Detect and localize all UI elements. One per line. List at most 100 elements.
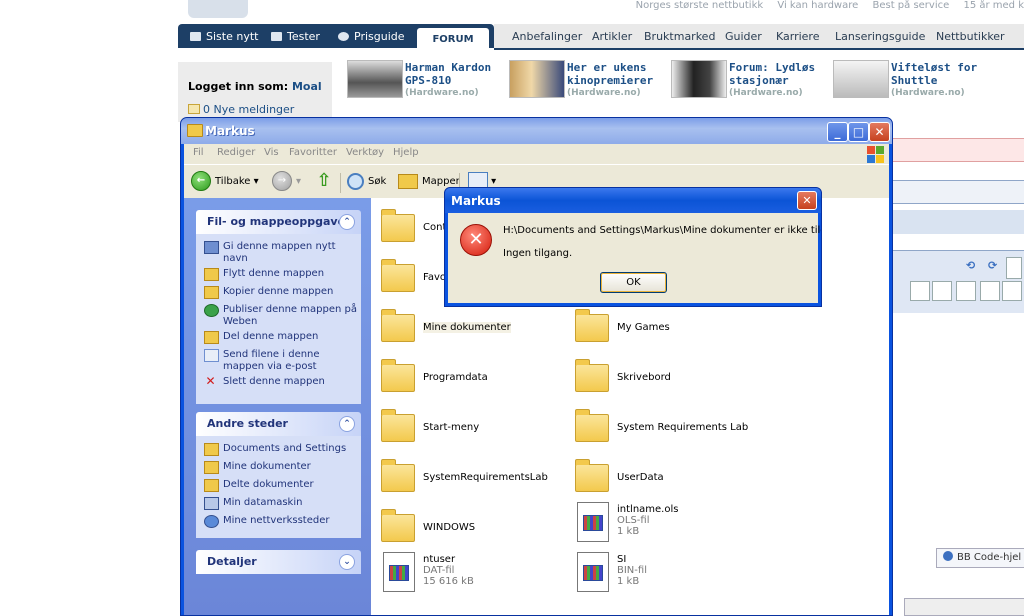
folder-icon	[381, 509, 415, 542]
toolbar-separator	[340, 173, 341, 193]
folder-icon	[381, 209, 415, 242]
folder-icon	[381, 309, 415, 342]
menu-rediger[interactable]: Rediger	[217, 147, 255, 158]
nav-prisguide[interactable]: Prisguide	[338, 30, 405, 43]
news-title[interactable]: Vifteløst for Shuttle	[891, 61, 997, 87]
undo-icon[interactable]: ⟲	[966, 259, 984, 277]
news-title[interactable]: Harman Kardon GPS-810	[405, 61, 511, 87]
file-tasks-panel: Gi denne mappen nytt navn Flytt denne ma…	[196, 234, 361, 404]
menu-verktoy[interactable]: Verktøy	[346, 147, 384, 158]
back-arrow-icon: ←	[191, 171, 211, 191]
dialog-title-bar[interactable]: Markus ✕	[445, 188, 821, 213]
up-folder-icon: ⇧	[316, 170, 332, 191]
expand-icon[interactable]: ⌄	[339, 554, 355, 570]
menu-hjelp[interactable]: Hjelp	[393, 147, 419, 158]
folder-item[interactable]: UserData	[575, 459, 775, 504]
minimize-button[interactable]: _	[827, 122, 848, 142]
up-folder-button[interactable]: ⇧	[315, 171, 333, 193]
site-logo[interactable]	[180, 0, 470, 22]
task-move-folder[interactable]: Flytt denne mappen	[204, 268, 359, 281]
task-delete-folder[interactable]: ✕ Slett denne mappen	[204, 375, 359, 388]
maximize-button[interactable]: □	[848, 122, 869, 142]
dialog-close-button[interactable]: ✕	[797, 191, 817, 210]
nav-link[interactable]: Guider	[725, 30, 762, 43]
ok-button[interactable]: OK	[600, 272, 667, 293]
nav-link[interactable]: Nettbutikker	[936, 30, 1005, 43]
forward-button[interactable]: → ▾	[272, 171, 301, 193]
news-title[interactable]: Her er ukens kinopremierer	[567, 61, 673, 87]
top-link[interactable]: 15 år med k	[963, 0, 1024, 11]
site-secondary-nav: Anbefalinger Artikler Bruktmarked Guider…	[494, 24, 1024, 50]
align-left-icon[interactable]	[932, 281, 952, 301]
top-link[interactable]: Norges største nettbutikk	[636, 0, 764, 11]
close-button[interactable]: ✕	[869, 122, 890, 142]
task-email-files[interactable]: Send filene i denne mappen via e-post	[204, 349, 359, 373]
file-item[interactable]: SI BIN-fil 1 kB	[575, 552, 775, 598]
back-button[interactable]: ← Tilbake ▾	[191, 171, 259, 193]
rename-icon	[204, 241, 219, 254]
folder-item-selected[interactable]: Mine dokumenter	[381, 309, 541, 354]
redo-icon[interactable]: ⟳	[988, 259, 1006, 277]
nav-link[interactable]: Artikler	[592, 30, 632, 43]
menu-vis[interactable]: Vis	[264, 147, 279, 158]
error-dialog: Markus ✕ ✕ H:\Documents and Settings\Mar…	[444, 187, 822, 307]
search-button[interactable]: Søk	[347, 171, 386, 193]
folder-item[interactable]: My Games	[575, 309, 775, 354]
place-shared-documents[interactable]: Delte dokumenter	[204, 479, 359, 492]
news-thumbnail	[509, 60, 565, 98]
globe-icon	[204, 304, 219, 317]
news-title[interactable]: Forum: Lydløs stasjonær	[729, 61, 835, 87]
folder-icon	[575, 409, 609, 442]
nav-siste-nytt[interactable]: Siste nytt	[190, 30, 258, 43]
explorer-title-bar[interactable]: Markus _ □ ✕	[181, 118, 892, 144]
nav-link[interactable]: Lanseringsguide	[835, 30, 925, 43]
bb-code-help-button[interactable]: BB Code-hjel	[936, 548, 1024, 568]
task-copy-folder[interactable]: Kopier denne mappen	[204, 286, 359, 299]
top-link[interactable]: Best på service	[872, 0, 949, 11]
place-my-documents[interactable]: Mine dokumenter	[204, 461, 359, 474]
nav-link[interactable]: Anbefalinger	[512, 30, 582, 43]
file-item[interactable]: ntuser DAT-fil 15 616 kB	[381, 552, 541, 598]
place-my-computer[interactable]: Min datamaskin	[204, 497, 359, 510]
select-dropdown[interactable]	[904, 598, 1024, 616]
place-network[interactable]: Mine nettverkssteder	[204, 515, 359, 528]
username-link[interactable]: Moal	[292, 80, 322, 93]
dialog-message: H:\Documents and Settings\Markus\Mine do…	[503, 225, 821, 236]
folder-item[interactable]: Skrivebord	[575, 359, 775, 404]
folder-icon	[381, 409, 415, 442]
details-header[interactable]: Detaljer ⌄	[196, 550, 361, 574]
menu-bar: Fil Rediger Vis Favoritter Verktøy Hjelp	[184, 144, 889, 164]
file-icon	[383, 552, 415, 592]
list-icon[interactable]	[1002, 281, 1022, 301]
new-messages-link[interactable]: 0 Nye meldinger	[188, 103, 294, 116]
file-item[interactable]: intlname.ols OLS-fil 1 kB	[575, 502, 775, 548]
folder-icon	[575, 309, 609, 342]
folder-item[interactable]: WINDOWS	[381, 509, 541, 554]
nav-link[interactable]: Karriere	[776, 30, 819, 43]
nav-link[interactable]: Bruktmarked	[644, 30, 715, 43]
task-rename-folder[interactable]: Gi denne mappen nytt navn	[204, 241, 359, 265]
top-link[interactable]: Vi kan hardware	[777, 0, 858, 11]
task-publish-folder[interactable]: Publiser denne mappen på Weben	[204, 304, 359, 328]
indent-icon[interactable]	[910, 281, 930, 301]
menu-favoritter[interactable]: Favoritter	[289, 147, 337, 158]
align-center-icon[interactable]	[956, 281, 976, 301]
other-places-header[interactable]: Andre steder ⌃	[196, 412, 361, 436]
forum-bar	[890, 210, 1024, 234]
collapse-icon[interactable]: ⌃	[339, 416, 355, 432]
place-documents-and-settings[interactable]: Documents and Settings	[204, 443, 359, 456]
align-right-icon[interactable]	[980, 281, 1000, 301]
file-icon	[577, 552, 609, 592]
windows-logo-icon	[866, 145, 884, 163]
folder-item[interactable]: System Requirements Lab	[575, 409, 795, 454]
resize-icon[interactable]	[1006, 257, 1022, 279]
folder-item[interactable]: Start-meny	[381, 409, 541, 454]
folder-item[interactable]: Programdata	[381, 359, 541, 404]
file-tasks-header[interactable]: Fil- og mappeoppgaver ⌃	[196, 210, 361, 234]
task-share-folder[interactable]: Del denne mappen	[204, 331, 359, 344]
collapse-icon[interactable]: ⌃	[339, 214, 355, 230]
nav-forum-tab[interactable]: FORUM	[417, 28, 489, 50]
folder-item[interactable]: SystemRequirementsLab	[381, 459, 561, 504]
menu-fil[interactable]: Fil	[193, 147, 204, 158]
nav-tester[interactable]: Tester	[271, 30, 320, 43]
